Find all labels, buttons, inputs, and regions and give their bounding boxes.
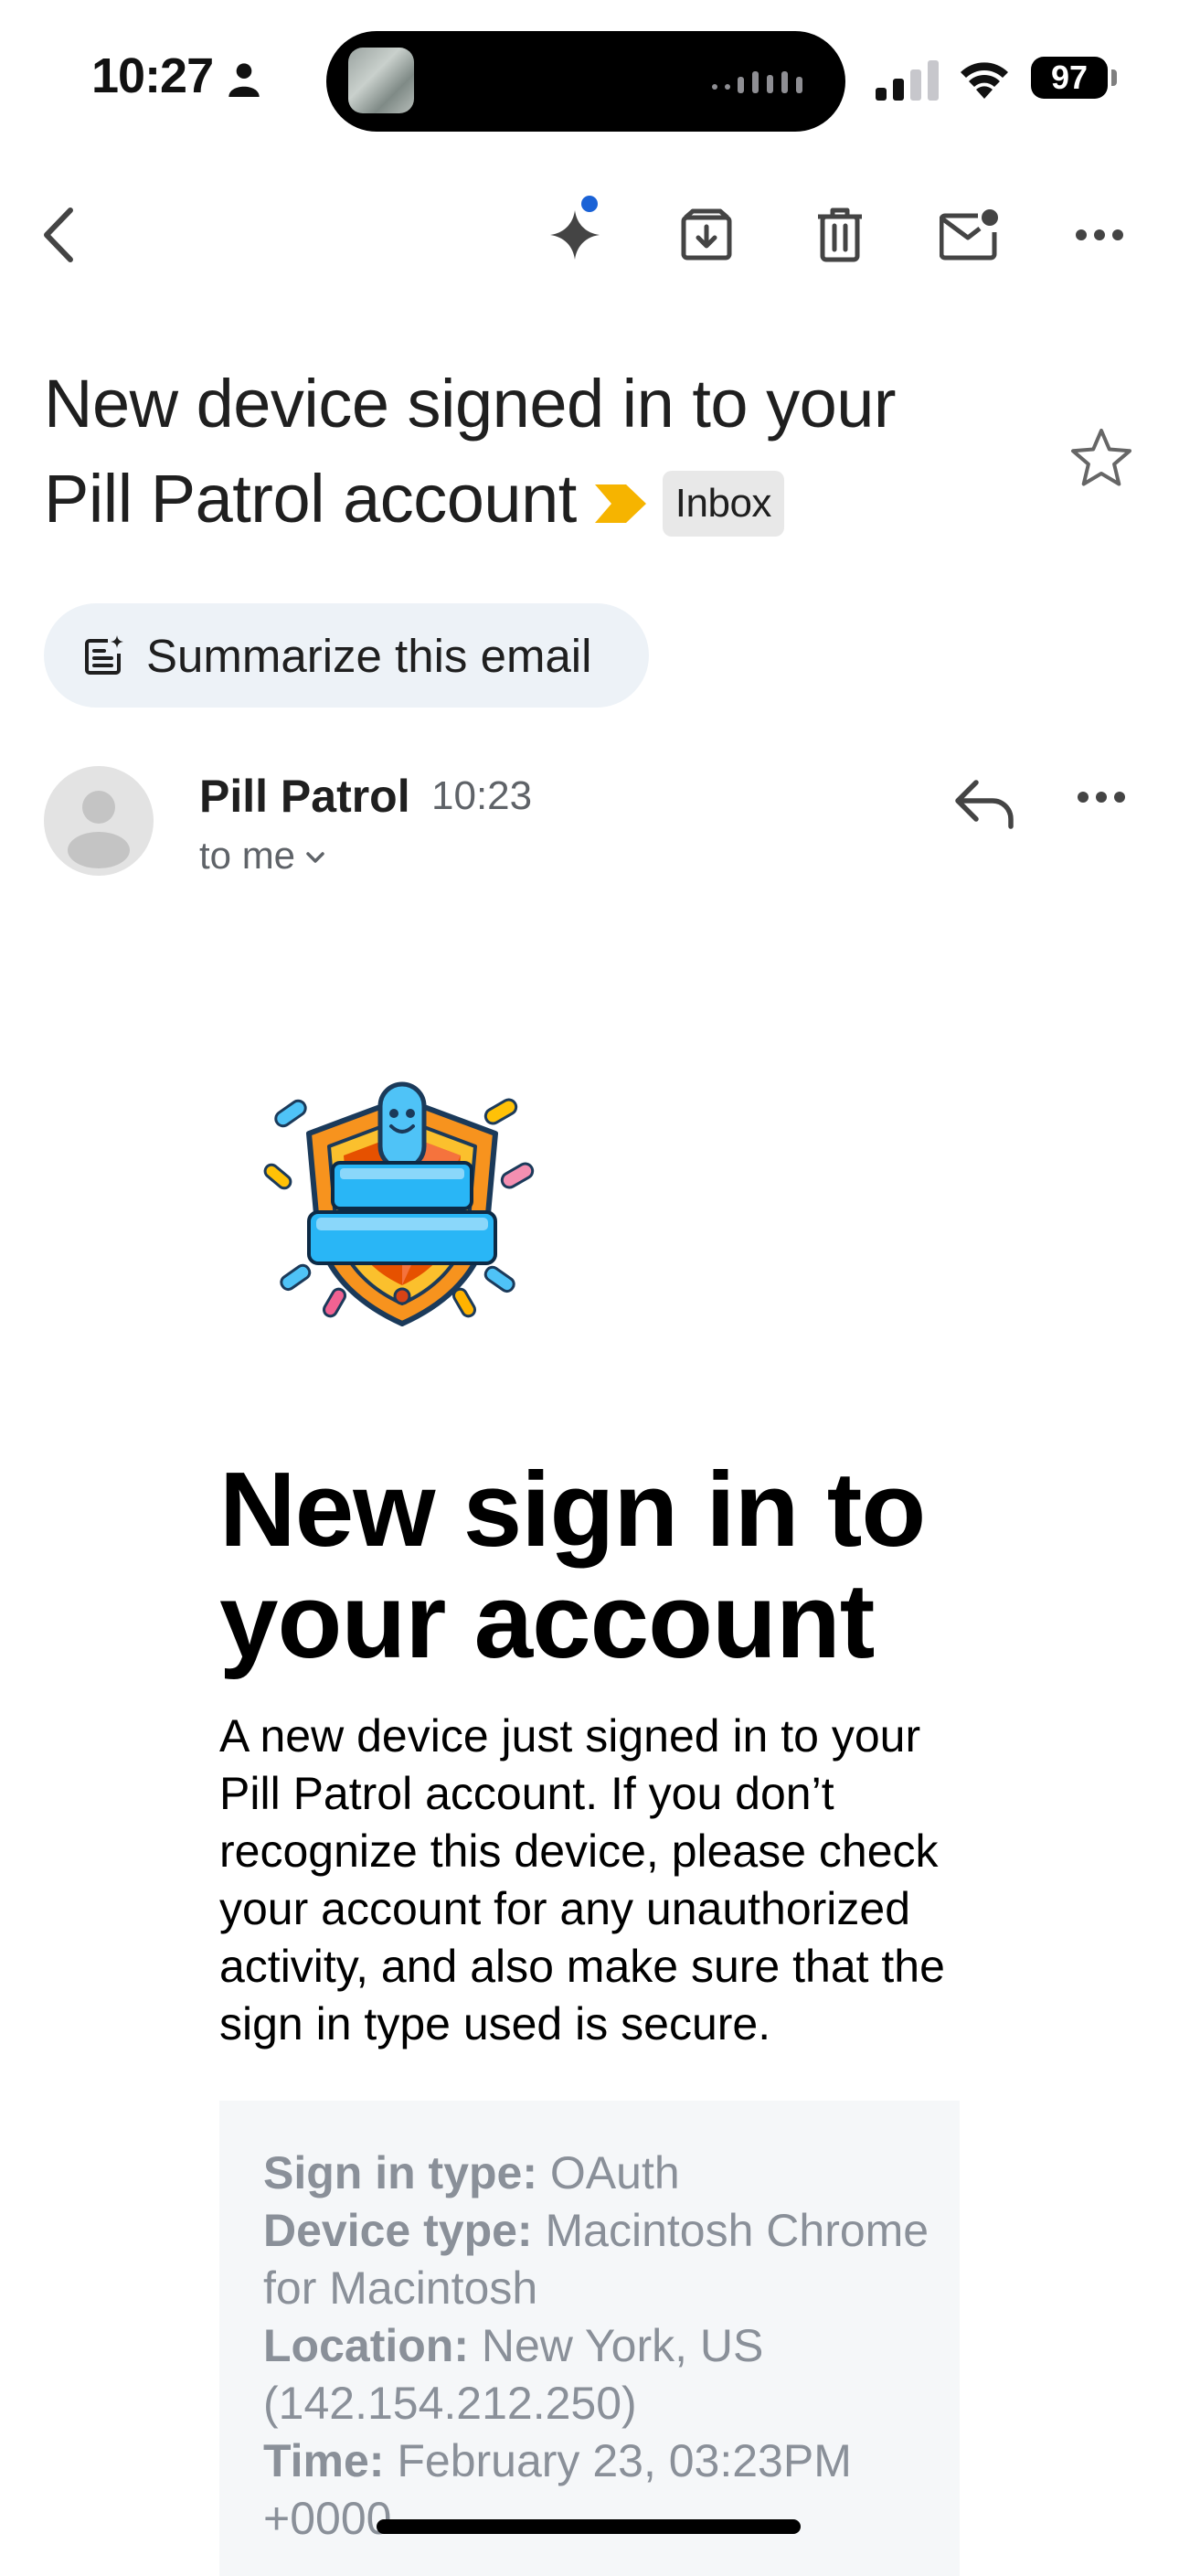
dynamic-island [326, 31, 845, 132]
battery-indicator: 97 [1031, 57, 1108, 99]
archive-icon[interactable] [674, 203, 738, 267]
cellular-signal-icon [876, 60, 939, 101]
importance-marker-icon [594, 484, 646, 524]
more-options-icon[interactable] [1067, 203, 1131, 267]
recipient-toggle[interactable]: to me [199, 834, 326, 878]
received-time: 10:23 [431, 773, 533, 818]
delete-icon[interactable] [808, 203, 872, 267]
sender-avatar[interactable] [44, 766, 154, 876]
detail-label: Location: [263, 2320, 469, 2371]
recipient-text: to me [199, 834, 296, 877]
home-indicator[interactable] [377, 2519, 801, 2534]
detail-value: OAuth [549, 2147, 680, 2198]
detail-location: Location: New York, US (142.154.212.250) [263, 2317, 940, 2432]
sign-in-details: Sign in type: OAuth Device type: Macinto… [263, 2145, 940, 2548]
detail-label: Sign in type: [263, 2147, 537, 2198]
sign-in-details-box: Sign in type: OAuth Device type: Macinto… [219, 2101, 960, 2576]
message-more-icon[interactable] [1067, 770, 1135, 825]
summarize-icon [85, 635, 123, 675]
default-avatar-icon [68, 791, 130, 868]
pill-patrol-logo [263, 1081, 535, 1326]
person-icon [228, 63, 260, 97]
chevron-down-icon [306, 852, 324, 863]
email-body-paragraph: A new device just signed in to your Pill… [219, 1710, 945, 2049]
audio-wave-icon [712, 71, 802, 93]
summarize-email-button[interactable]: Summarize this email [44, 603, 649, 708]
inbox-label-chip[interactable]: Inbox [662, 471, 784, 538]
status-time: 10:27 [91, 48, 214, 103]
sender-name[interactable]: Pill Patrol [199, 770, 410, 823]
battery-nub [1111, 69, 1117, 86]
summarize-label: Summarize this email [146, 629, 592, 682]
star-icon[interactable] [1069, 426, 1133, 490]
now-playing-thumbnail [348, 48, 414, 113]
email-subject: New device signed in to your Pill Patrol… [44, 357, 958, 547]
email-headline: New sign in to your account [219, 1450, 926, 1680]
reply-icon[interactable] [951, 770, 1018, 837]
wifi-icon [961, 62, 1008, 99]
detail-sign-in-type: Sign in type: OAuth [263, 2145, 940, 2202]
notification-dot [581, 196, 598, 212]
gemini-icon[interactable] [543, 203, 607, 267]
detail-device-type: Device type: Macintosh Chrome for Macint… [263, 2202, 940, 2317]
back-icon[interactable] [27, 203, 91, 267]
mark-unread-icon[interactable] [938, 203, 1002, 267]
detail-label: Time: [263, 2435, 385, 2486]
detail-label: Device type: [263, 2205, 533, 2256]
